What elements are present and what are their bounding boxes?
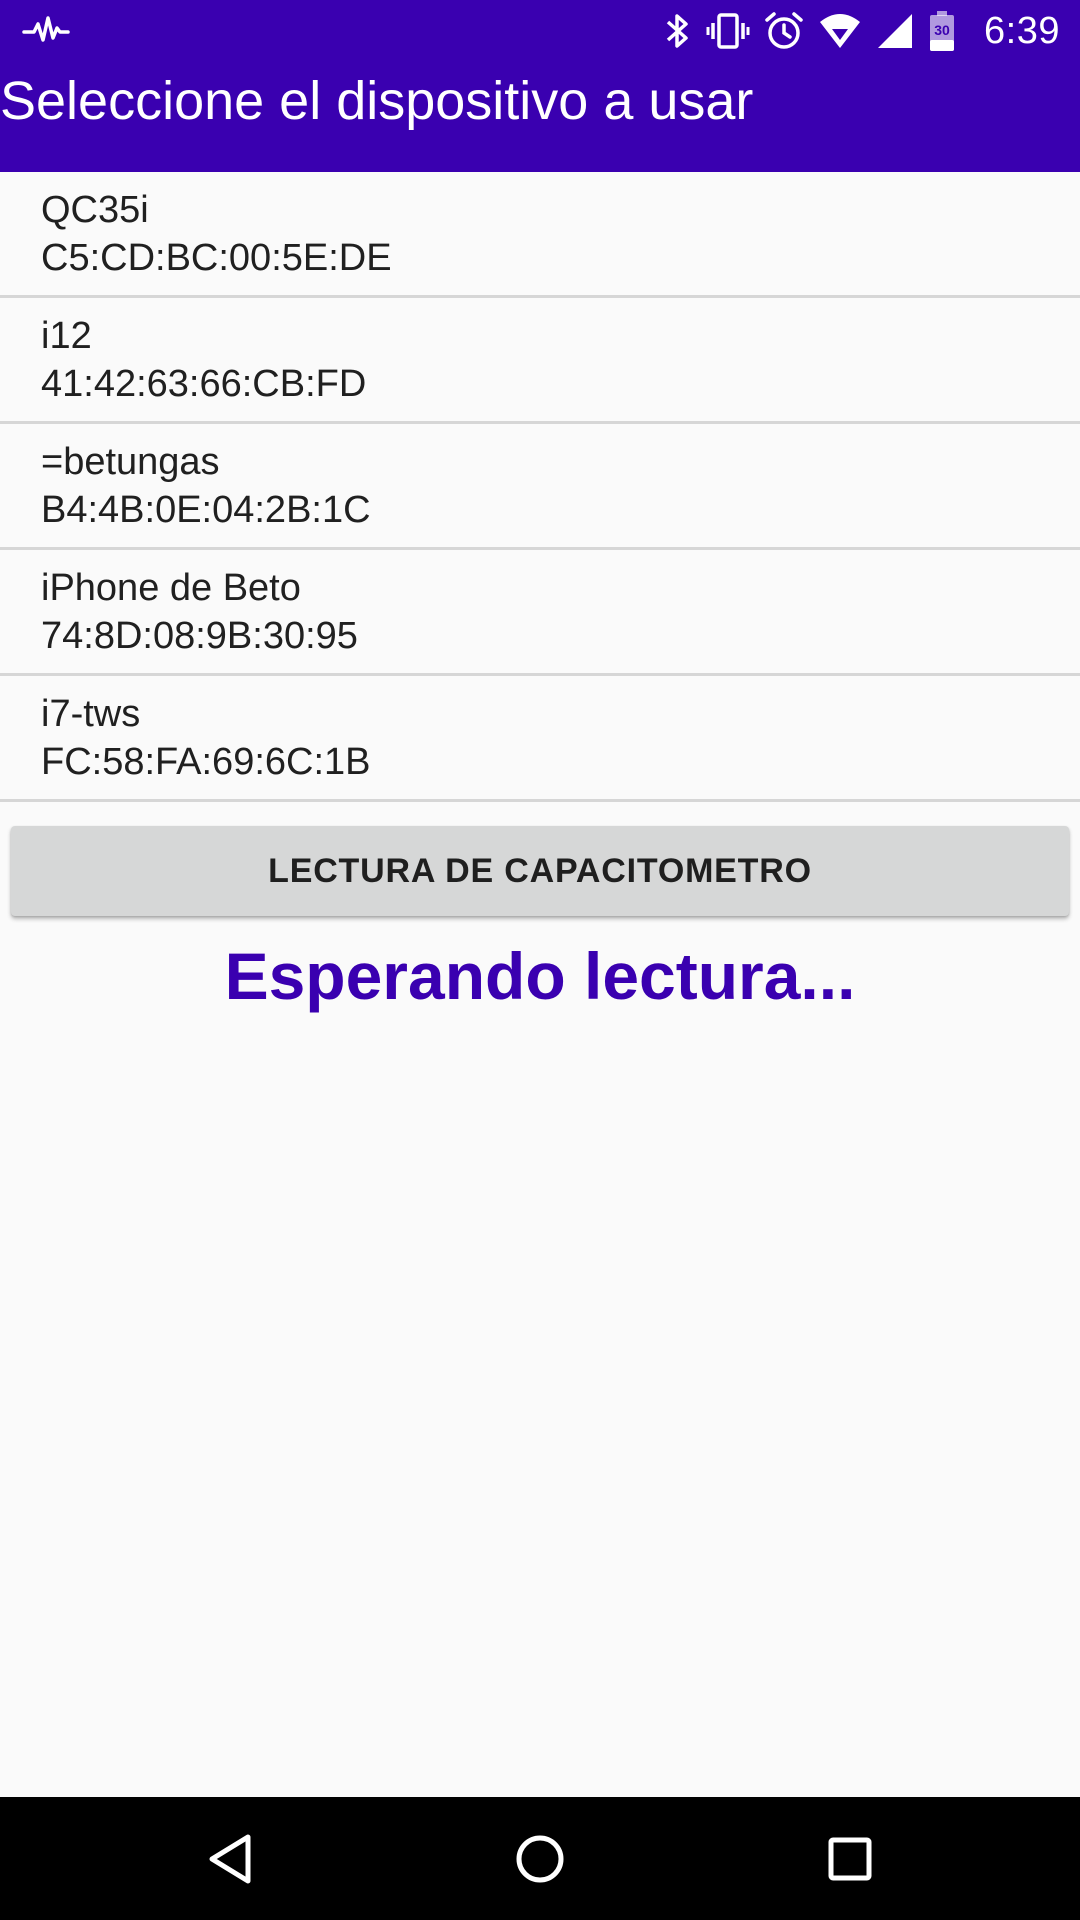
wifi-icon bbox=[818, 12, 862, 50]
app-bar: 30 6:39 Seleccione el dispositivo a usar bbox=[0, 0, 1080, 172]
device-list-item[interactable]: iPhone de Beto 74:8D:08:9B:30:95 bbox=[0, 550, 1080, 676]
device-list: QC35i C5:CD:BC:00:5E:DE i12 41:42:63:66:… bbox=[0, 172, 1080, 802]
device-name: i12 bbox=[41, 315, 92, 357]
navigation-bar bbox=[0, 1797, 1080, 1920]
back-icon[interactable] bbox=[196, 1825, 264, 1893]
device-name: =betungas bbox=[41, 441, 220, 483]
reading-status-text: Esperando lectura... bbox=[224, 939, 856, 1013]
device-mac-address: FC:58:FA:69:6C:1B bbox=[41, 741, 371, 783]
heartbeat-icon bbox=[22, 14, 70, 48]
app-screen: 30 6:39 Seleccione el dispositivo a usar… bbox=[0, 0, 1080, 1920]
device-list-item[interactable]: i12 41:42:63:66:CB:FD bbox=[0, 298, 1080, 424]
device-name: iPhone de Beto bbox=[41, 567, 301, 609]
status-bar: 30 6:39 bbox=[0, 0, 1080, 62]
home-icon[interactable] bbox=[506, 1825, 574, 1893]
battery-level-label: 30 bbox=[934, 22, 950, 38]
alarm-icon bbox=[764, 11, 804, 51]
battery-icon: 30 bbox=[928, 10, 956, 52]
device-mac-address: B4:4B:0E:04:2B:1C bbox=[41, 489, 371, 531]
vibrate-icon bbox=[706, 12, 750, 50]
cell-signal-icon bbox=[876, 12, 914, 50]
status-icons: 30 6:39 bbox=[664, 8, 1060, 54]
read-capacitometer-button[interactable]: LECTURA DE CAPACITOMETRO bbox=[11, 826, 1069, 916]
device-list-item[interactable]: QC35i C5:CD:BC:00:5E:DE bbox=[0, 172, 1080, 298]
device-list-item[interactable]: =betungas B4:4B:0E:04:2B:1C bbox=[0, 424, 1080, 550]
bluetooth-icon bbox=[664, 12, 692, 50]
status-time: 6:39 bbox=[984, 9, 1060, 52]
device-mac-address: C5:CD:BC:00:5E:DE bbox=[41, 237, 392, 279]
device-list-item[interactable]: i7-tws FC:58:FA:69:6C:1B bbox=[0, 676, 1080, 802]
device-name: QC35i bbox=[41, 189, 149, 231]
page-title: Seleccione el dispositivo a usar bbox=[0, 71, 754, 131]
recents-icon[interactable] bbox=[816, 1825, 884, 1893]
device-name: i7-tws bbox=[41, 693, 141, 735]
device-mac-address: 41:42:63:66:CB:FD bbox=[41, 363, 367, 405]
device-mac-address: 74:8D:08:9B:30:95 bbox=[41, 615, 358, 657]
